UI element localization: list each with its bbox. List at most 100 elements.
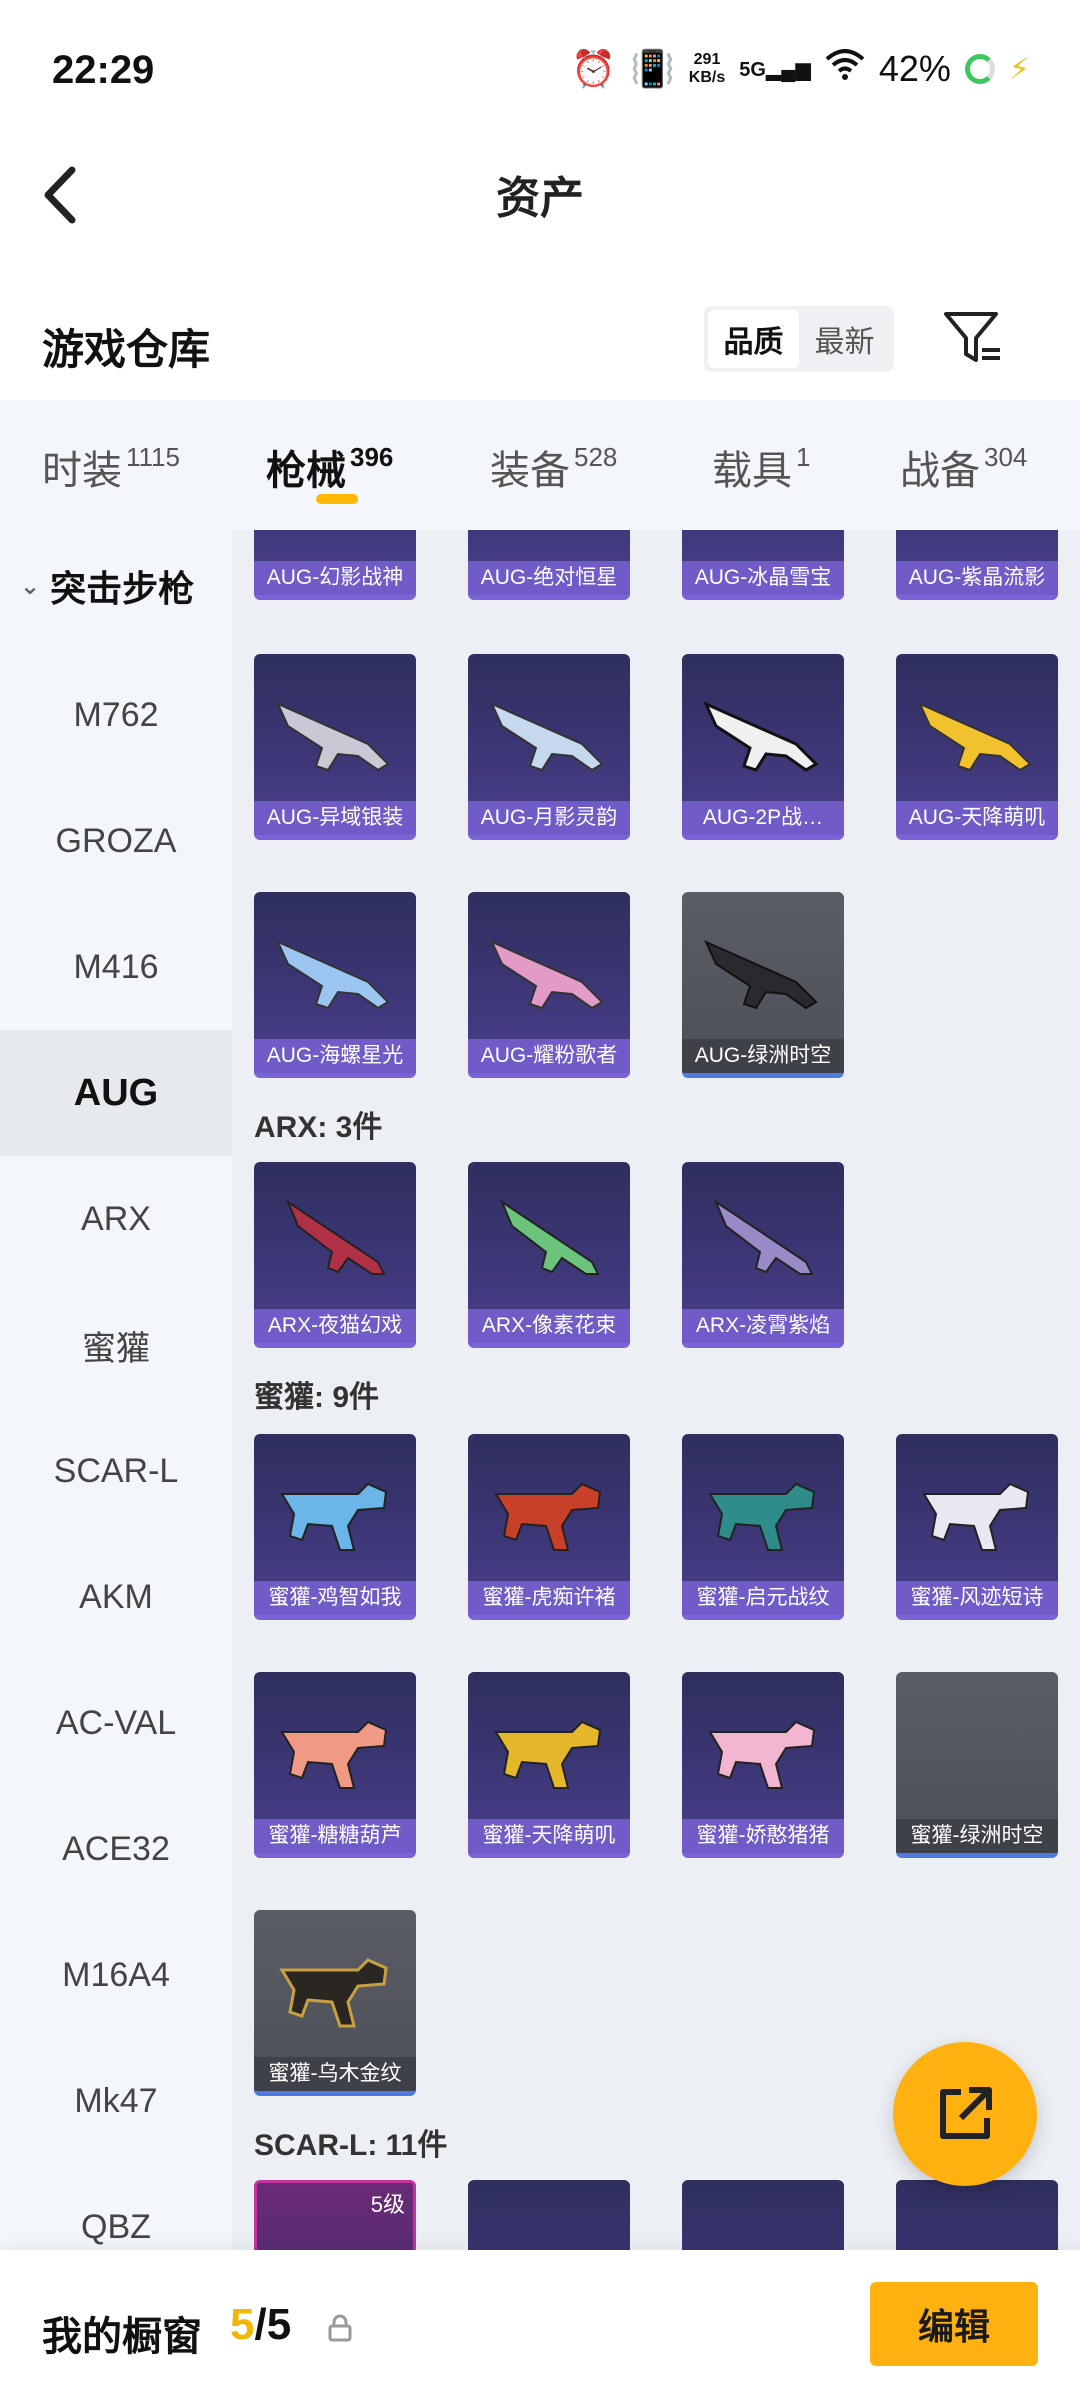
- skin-card[interactable]: 蜜獾-启元战纹: [682, 1434, 844, 1620]
- page-header: 资产: [0, 140, 1080, 250]
- battery-ring-icon: [964, 54, 995, 84]
- status-time: 22:29: [52, 48, 155, 92]
- rifle-icon: [713, 1199, 814, 1275]
- sidebar-item-arx[interactable]: ARX: [0, 1156, 232, 1282]
- sort-option-quality[interactable]: 品质: [708, 310, 799, 368]
- section-header-scar-l: SCAR-L: 11件: [254, 2129, 448, 2162]
- showcase-count: 5/5: [230, 2300, 292, 2349]
- sidebar-item-qbz[interactable]: QBZ: [0, 2164, 232, 2250]
- vibrate-icon: 📳: [629, 48, 675, 89]
- rifle-icon: [708, 1482, 816, 1551]
- warehouse-row: 游戏仓库 品质 最新: [0, 280, 1080, 400]
- skin-card[interactable]: AUG-绿洲时空: [682, 892, 844, 1078]
- skin-grid: AUG-幻影战神 AUG-绝对恒星 AUG-冰晶雪宝 AUG-紫晶流影 AUG-…: [232, 530, 1080, 2250]
- status-bar: 22:29 ⏰ 📳 291 KB/s 5G▂▄▆ 42% ⚡: [0, 0, 1080, 140]
- sidebar-item-honey-badger[interactable]: 蜜獾: [0, 1282, 232, 1408]
- skin-card[interactable]: AUG-耀粉歌者: [468, 892, 630, 1078]
- showcase-bar: 我的橱窗 5/5 编辑: [0, 2250, 1080, 2400]
- wifi-icon: [825, 48, 865, 90]
- active-tab-indicator: [316, 494, 358, 504]
- charging-icon: ⚡: [1008, 52, 1030, 86]
- tab-fashion[interactable]: 时装 1115: [42, 438, 180, 496]
- skin-card[interactable]: AUG-绝对恒星: [468, 530, 630, 600]
- sidebar-item-mk47[interactable]: Mk47: [0, 2038, 232, 2164]
- skin-card[interactable]: [682, 2180, 844, 2250]
- skin-card[interactable]: AUG-幻影战神: [254, 530, 416, 600]
- level-badge: 5级: [370, 2192, 405, 2217]
- share-icon: [940, 2087, 992, 2139]
- filter-icon: [944, 312, 1000, 362]
- chevron-down-icon: ⌄: [20, 572, 41, 600]
- skin-card[interactable]: AUG-异域银装: [254, 654, 416, 840]
- rifle-icon: [708, 1720, 816, 1789]
- skin-card[interactable]: 蜜獾-虎痴许褚: [468, 1434, 630, 1620]
- tab-equipment[interactable]: 装备 528: [490, 438, 617, 496]
- showcase-label: 我的橱窗: [42, 2315, 202, 2359]
- rifle-icon: [704, 940, 818, 1010]
- category-tabs: 时装 1115 枪械 396 装备 528 载具 1 战备 304: [0, 400, 1080, 530]
- rifle-icon: [280, 1720, 388, 1789]
- skin-card[interactable]: ARX-夜猫幻戏: [254, 1162, 416, 1348]
- weapon-sidebar: ⌄ 突击步枪 M762 GROZA M416 AUG ARX 蜜獾 SCAR-L…: [0, 530, 232, 2250]
- rifle-icon: [276, 940, 390, 1010]
- skin-card[interactable]: AUG-月影灵韵: [468, 654, 630, 840]
- signal-icon: 5G▂▄▆: [739, 58, 811, 81]
- rifle-icon: [494, 1720, 602, 1789]
- section-header-honey-badger: 蜜獾: 9件: [254, 1381, 380, 1414]
- skin-card[interactable]: 蜜獾-绿洲时空: [896, 1672, 1058, 1858]
- sidebar-item-m16a4[interactable]: M16A4: [0, 1912, 232, 2038]
- tab-guns[interactable]: 枪械 396: [266, 438, 393, 496]
- skin-card[interactable]: AUG-2P战…: [682, 654, 844, 840]
- rifle-icon: [285, 1199, 386, 1275]
- tab-vehicles[interactable]: 载具 1: [712, 438, 810, 496]
- rifle-icon: [276, 702, 390, 772]
- battery-text: 42%: [878, 48, 951, 89]
- sidebar-item-m416[interactable]: M416: [0, 904, 232, 1030]
- edit-button[interactable]: 编辑: [870, 2282, 1038, 2366]
- alarm-icon: ⏰: [571, 48, 616, 89]
- rifle-icon: [279, 1958, 388, 2028]
- sidebar-category[interactable]: ⌄ 突击步枪: [20, 560, 194, 612]
- sidebar-item-m762[interactable]: M762: [0, 652, 232, 778]
- rifle-icon: [703, 701, 819, 772]
- filter-button[interactable]: [938, 304, 1008, 374]
- page-title: 资产: [496, 174, 584, 223]
- rifle-icon: [494, 1482, 602, 1551]
- skin-card[interactable]: 5级: [254, 2180, 416, 2250]
- skin-card[interactable]: 蜜獾-糖糖葫芦: [254, 1672, 416, 1858]
- share-button[interactable]: [893, 2042, 1037, 2186]
- section-header-arx: ARX: 3件: [254, 1111, 383, 1144]
- skin-card[interactable]: AUG-海螺星光: [254, 892, 416, 1078]
- skin-card[interactable]: 蜜獾-风迹短诗: [896, 1434, 1058, 1620]
- sidebar-item-groza[interactable]: GROZA: [0, 778, 232, 904]
- rifle-icon: [918, 702, 1032, 772]
- skin-card[interactable]: 蜜獾-天降萌叽: [468, 1672, 630, 1858]
- skin-card[interactable]: 蜜獾-娇憨猪猪: [682, 1672, 844, 1858]
- skin-card[interactable]: ARX-凌霄紫焰: [682, 1162, 844, 1348]
- sort-option-newest[interactable]: 最新: [799, 310, 890, 368]
- skin-card[interactable]: AUG-紫晶流影: [896, 530, 1058, 600]
- sidebar-item-ac-val[interactable]: AC-VAL: [0, 1660, 232, 1786]
- sidebar-item-aug[interactable]: AUG: [0, 1030, 232, 1156]
- warehouse-title: 游戏仓库: [42, 326, 211, 373]
- sidebar-item-akm[interactable]: AKM: [0, 1534, 232, 1660]
- skin-card[interactable]: 蜜獾-鸡智如我: [254, 1434, 416, 1620]
- skin-card[interactable]: 蜜獾-乌木金纹: [254, 1910, 416, 2096]
- rifle-icon: [490, 940, 604, 1010]
- status-icons: ⏰ 📳 291 KB/s 5G▂▄▆ 42% ⚡: [571, 48, 1030, 90]
- skin-card[interactable]: [468, 2180, 630, 2250]
- net-speed: 291 KB/s: [688, 51, 726, 86]
- rifle-icon: [499, 1199, 600, 1275]
- rifle-icon: [280, 1482, 388, 1551]
- lock-icon: [328, 2314, 352, 2342]
- rifle-icon: [490, 702, 604, 772]
- skin-card[interactable]: AUG-天降萌叽: [896, 654, 1058, 840]
- tab-supplies[interactable]: 战备 304: [900, 438, 1027, 496]
- skin-card[interactable]: [896, 2180, 1058, 2250]
- sidebar-item-ace32[interactable]: ACE32: [0, 1786, 232, 1912]
- rifle-icon: [922, 1482, 1030, 1551]
- skin-card[interactable]: ARX-像素花束: [468, 1162, 630, 1348]
- sidebar-item-scar-l[interactable]: SCAR-L: [0, 1408, 232, 1534]
- sort-toggle: 品质 最新: [704, 306, 894, 372]
- skin-card[interactable]: AUG-冰晶雪宝: [682, 530, 844, 600]
